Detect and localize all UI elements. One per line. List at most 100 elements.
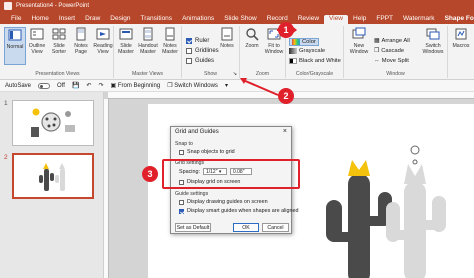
reading-view-button[interactable]: Reading View [92,27,114,65]
tab-design[interactable]: Design [105,15,135,24]
notes-label: Notes [220,43,234,49]
new-window-icon [352,27,366,39]
gridlines-checkbox[interactable]: Gridlines [186,48,219,54]
ruler-checkbox[interactable]: Ruler [186,38,209,44]
tab-review[interactable]: Review [293,15,324,24]
tab-insert[interactable]: Insert [54,15,80,24]
slide-master-button[interactable]: Slide Master [115,27,137,65]
color-button[interactable]: Color [289,38,319,46]
display-guides-checkbox[interactable]: Display drawing guides on screen [179,199,268,205]
handout-master-button[interactable]: Handout Master [137,27,159,65]
ruler-check-icon [186,38,192,44]
grid-settings-highlight [162,159,300,189]
ruler-label: Ruler [195,38,210,44]
black-white-label: Black and White [299,58,341,64]
arrange-all-button[interactable]: ▦ Arrange All [374,38,410,44]
normal-view-button[interactable]: Normal [4,27,26,65]
zoom-group-label: Zoom [255,71,270,77]
tab-fppt[interactable]: FPPT [371,15,398,24]
grayscale-button[interactable]: Grayscale [289,48,325,54]
switch-windows-button[interactable]: Switch Windows [420,27,446,65]
notes-master-label: Notes Master [162,43,178,55]
snap-objects-check-icon [179,149,184,155]
arrange-all-label: Arrange All [381,38,410,44]
move-split-label: Move Split [381,58,409,64]
new-window-label: New Window [349,43,369,55]
autosave-state: Off [57,82,65,89]
display-guides-label: Display drawing guides on screen [187,199,268,205]
vertical-ruler[interactable] [104,99,109,278]
display-smart-guides-checkbox[interactable]: Display smart guides when shapes are ali… [179,208,298,214]
cancel-button[interactable]: Cancel [262,223,289,232]
zoom-button[interactable]: Zoom [241,27,263,65]
autosave-toggle[interactable] [38,82,51,89]
tab-file[interactable]: File [6,15,26,24]
presentation-views-group: Normal Outline View Slide Sorter Notes P… [2,26,114,78]
tab-shape-format[interactable]: Shape Format [440,15,474,24]
notes-page-label: Notes Page [74,43,88,55]
show-group-label: Show [204,71,217,77]
black-white-swatch-icon [289,58,297,64]
callout-3: 3 [142,166,158,182]
window-group: New Window ▦ Arrange All ❐ Cascade ⇔ Mov… [344,26,448,78]
slide-thumbnail-2[interactable] [12,153,94,199]
black-white-button[interactable]: Black and White [289,58,341,64]
qat-switch-windows-button[interactable]: ❐ Switch Windows [167,82,218,89]
guide-settings-heading: Guide settings [175,191,209,197]
redo-icon[interactable]: ↷ [98,82,103,89]
guides-checkbox[interactable]: Guides [186,58,214,64]
qat-switch-windows-label: Switch Windows [174,83,218,89]
from-beginning-button[interactable]: ▣ From Beginning [110,82,160,89]
tab-watermark[interactable]: Watermark [398,15,440,24]
tab-transitions[interactable]: Transitions [136,15,178,24]
notes-master-icon [165,27,175,41]
move-split-button[interactable]: ⇔ Move Split [374,58,409,64]
normal-view-label: Normal [6,44,24,50]
notes-page-icon [76,27,86,41]
callout-1: 1 [278,22,294,38]
undo-icon[interactable]: ↶ [86,82,91,89]
snap-objects-checkbox[interactable]: Snap objects to grid [179,149,235,155]
customize-qat-icon[interactable]: ▾ [225,82,228,89]
window-group-label: Window [386,71,405,77]
new-window-button[interactable]: New Window [346,27,372,65]
cascade-label: Cascade [381,48,405,54]
cascade-button[interactable]: ❐ Cascade [374,48,404,54]
notes-page-button[interactable]: Notes Page [70,27,92,65]
reading-view-icon [96,28,110,40]
presentation-views-label: Presentation Views [35,71,80,77]
tab-animations[interactable]: Animations [177,15,219,24]
tab-help[interactable]: Help [348,15,371,24]
snap-objects-label: Snap objects to grid [187,149,235,155]
window-title: Presentation4 - PowerPoint [16,3,90,9]
macros-button[interactable]: Macros [450,27,472,65]
notes-button[interactable]: Notes [216,27,238,65]
fit-to-window-label: Fit to Window [264,43,284,55]
slide-master-icon [119,28,133,40]
slide-thumbnail-pane: 1 2 [0,92,104,278]
tab-view[interactable]: View [324,15,349,24]
tab-home[interactable]: Home [26,15,53,24]
save-icon[interactable]: 💾 [72,82,79,89]
reading-view-label: Reading View [93,43,113,55]
ok-button[interactable]: OK [233,223,259,232]
slide-sorter-button[interactable]: Slide Sorter [48,27,70,65]
notes-master-button[interactable]: Notes Master [159,27,181,65]
slide-number-1: 1 [4,100,8,107]
slide-number-2: 2 [4,154,8,161]
gridlines-check-icon [186,48,192,54]
set-as-default-button[interactable]: Set as Default [175,223,211,232]
slide-thumbnail-1[interactable] [12,100,94,146]
autosave-label: AutoSave [5,82,32,89]
tab-draw[interactable]: Draw [80,15,105,24]
outline-view-button[interactable]: Outline View [26,27,48,65]
close-icon[interactable]: × [283,128,287,135]
handout-master-icon [143,27,153,41]
master-views-group: Slide Master Handout Master Notes Master… [114,26,182,78]
from-beginning-label: From Beginning [117,83,161,89]
callout-2: 2 [278,88,294,104]
tab-slide-show[interactable]: Slide Show [219,15,262,24]
slideshow-icon: ▣ [110,83,117,89]
color-grayscale-label: Color/Grayscale [295,71,334,77]
macros-icon [455,28,467,40]
